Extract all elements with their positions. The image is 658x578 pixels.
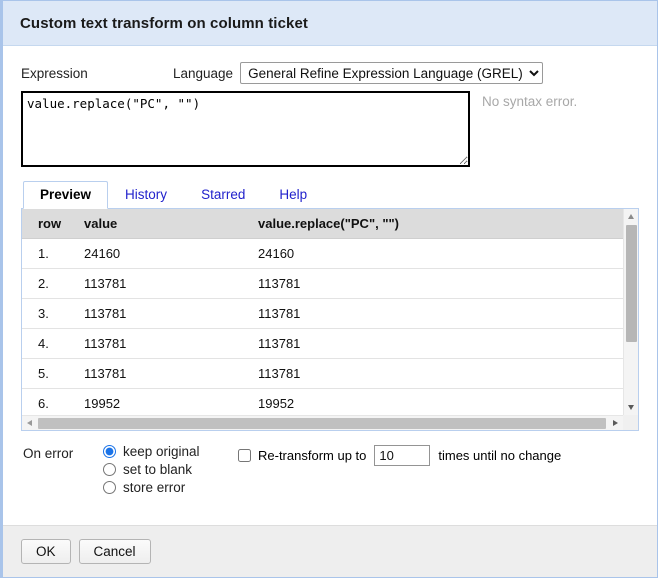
scroll-right-arrow-icon[interactable] — [613, 420, 618, 426]
table-row: 2. 113781 113781 — [22, 268, 623, 299]
dialog-body: Expression Language General Refine Expre… — [3, 46, 657, 524]
dialog-titlebar: Custom text transform on column ticket — [3, 1, 657, 46]
preview-panel: row value value.replace("PC", "") 1. 241… — [21, 208, 639, 431]
preview-tabs-container: Preview History Starred Help row value v… — [21, 181, 639, 431]
cell-original-value: 19952 — [84, 388, 258, 415]
radio-keep-original[interactable]: keep original — [103, 444, 238, 459]
preview-table: row value value.replace("PC", "") 1. 241… — [22, 209, 623, 415]
radio-set-to-blank-input[interactable] — [103, 463, 116, 476]
column-header-row: row — [22, 209, 84, 239]
preview-table-body: 1. 24160 24160 2. 113781 113781 3. 11378… — [22, 238, 623, 415]
table-row: 3. 113781 113781 — [22, 298, 623, 329]
preview-horizontal-scrollbar[interactable] — [22, 415, 623, 430]
cell-row-index: 2. — [22, 268, 84, 299]
cell-transformed-value: 113781 — [258, 358, 623, 389]
ok-button[interactable]: OK — [21, 539, 71, 564]
expression-textarea[interactable] — [21, 91, 470, 167]
scrollbar-corner — [623, 415, 638, 430]
radio-set-to-blank[interactable]: set to blank — [103, 462, 238, 477]
scroll-down-arrow-icon[interactable] — [628, 405, 634, 410]
cell-transformed-value: 19952 — [258, 388, 623, 415]
table-row: 4. 113781 113781 — [22, 328, 623, 359]
cancel-button[interactable]: Cancel — [78, 539, 151, 564]
expression-label: Expression — [21, 65, 88, 81]
cell-transformed-value: 113781 — [258, 298, 623, 329]
cell-row-index: 5. — [22, 358, 84, 389]
cell-transformed-value: 113781 — [258, 268, 623, 299]
custom-text-transform-dialog: Custom text transform on column ticket E… — [0, 0, 658, 578]
preview-vertical-scrollbar[interactable] — [623, 209, 638, 415]
radio-keep-original-label: keep original — [123, 444, 200, 459]
cell-original-value: 113781 — [84, 298, 258, 329]
tab-starred[interactable]: Starred — [184, 181, 262, 208]
expression-input-row: No syntax error. — [21, 91, 639, 167]
tab-help[interactable]: Help — [262, 181, 324, 208]
column-header-expression: value.replace("PC", "") — [258, 209, 623, 239]
table-header-row: row value value.replace("PC", "") — [22, 209, 623, 239]
preview-grid-scroll: row value value.replace("PC", "") 1. 241… — [22, 209, 623, 415]
scroll-up-arrow-icon[interactable] — [628, 214, 634, 219]
on-error-radio-group: keep original set to blank store error — [103, 444, 238, 495]
dialog-footer: OK Cancel — [3, 525, 657, 577]
cell-row-index: 4. — [22, 328, 84, 359]
syntax-status-message: No syntax error. — [482, 94, 578, 109]
radio-keep-original-input[interactable] — [103, 445, 116, 458]
on-error-label: On error — [23, 446, 74, 461]
radio-store-error-label: store error — [123, 480, 186, 495]
cell-original-value: 113781 — [84, 358, 258, 389]
column-header-value: value — [84, 209, 258, 239]
expression-header-row: Expression Language General Refine Expre… — [21, 46, 639, 87]
retransform-row: Re-transform up to times until no change — [238, 444, 561, 466]
retransform-checkbox[interactable] — [238, 449, 251, 462]
radio-store-error-input[interactable] — [103, 481, 116, 494]
cell-row-index: 1. — [22, 238, 84, 269]
retransform-count-input[interactable] — [374, 445, 431, 466]
cell-row-index: 6. — [22, 388, 84, 415]
cell-row-index: 3. — [22, 298, 84, 329]
vertical-scroll-thumb[interactable] — [626, 225, 637, 342]
language-label: Language — [173, 65, 234, 81]
cell-original-value: 113781 — [84, 328, 258, 359]
radio-store-error[interactable]: store error — [103, 480, 238, 495]
scroll-left-arrow-icon[interactable] — [27, 420, 32, 426]
radio-set-to-blank-label: set to blank — [123, 462, 193, 477]
tab-preview[interactable]: Preview — [23, 181, 109, 209]
table-row: 5. 113781 113781 — [22, 358, 623, 389]
cell-transformed-value: 24160 — [258, 238, 623, 269]
cell-original-value: 24160 — [84, 238, 258, 269]
retransform-prefix-label: Re-transform up to — [258, 448, 367, 463]
cell-original-value: 113781 — [84, 268, 258, 299]
table-row: 1. 24160 24160 — [22, 238, 623, 269]
tab-strip: Preview History Starred Help — [21, 181, 639, 209]
retransform-suffix-label: times until no change — [438, 448, 562, 463]
tab-history[interactable]: History — [108, 181, 184, 208]
dialog-title: Custom text transform on column ticket — [20, 14, 309, 32]
horizontal-scroll-thumb[interactable] — [38, 418, 606, 429]
table-row: 6. 19952 19952 — [22, 388, 623, 415]
language-select[interactable]: General Refine Expression Language (GREL… — [240, 62, 544, 84]
options-row: On error keep original set to blank stor… — [21, 444, 639, 495]
cell-transformed-value: 113781 — [258, 328, 623, 359]
